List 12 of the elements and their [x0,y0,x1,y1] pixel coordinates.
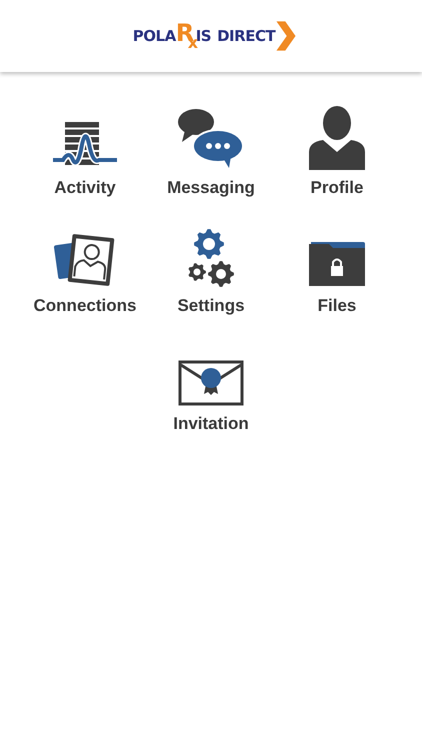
contact-cards-icon [54,234,116,288]
chat-bubbles-icon [177,108,245,170]
menu-tile[interactable]: Settings [148,216,274,320]
menu-tile[interactable]: Files [274,216,400,320]
person-icon [307,106,367,170]
menu-tile[interactable]: Invitation [148,334,274,438]
sealed-envelope-icon [178,360,244,406]
menu-tile[interactable]: Messaging [148,98,274,202]
gears-icon [187,228,235,288]
menu-tile[interactable]: Connections [22,216,148,320]
menu-tile[interactable]: Profile [274,98,400,202]
menu-tile[interactable]: Activity [22,98,148,202]
